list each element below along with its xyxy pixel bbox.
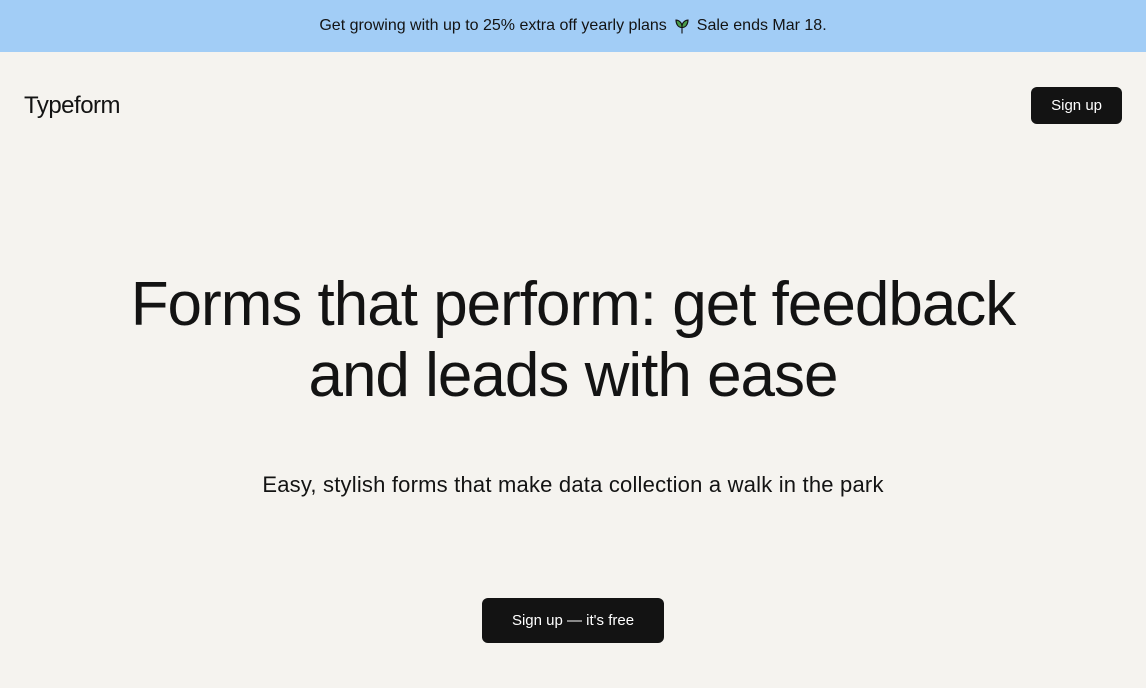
hero-section: Forms that perform: get feedback and lea… — [0, 124, 1146, 683]
hero-title: Forms that perform: get feedback and lea… — [123, 269, 1023, 412]
hero-cta-button[interactable]: Sign up — it's free — [482, 598, 664, 643]
signup-button[interactable]: Sign up — [1031, 87, 1122, 124]
header: Typeform Sign up — [0, 52, 1146, 124]
promo-banner[interactable]: Get growing with up to 25% extra off yea… — [0, 0, 1146, 52]
seedling-icon — [673, 17, 691, 35]
promo-text-after: Sale ends Mar 18. — [697, 17, 827, 35]
hero-subtitle: Easy, stylish forms that make data colle… — [40, 472, 1106, 498]
promo-text-before: Get growing with up to 25% extra off yea… — [319, 17, 666, 35]
logo[interactable]: Typeform — [24, 92, 120, 120]
